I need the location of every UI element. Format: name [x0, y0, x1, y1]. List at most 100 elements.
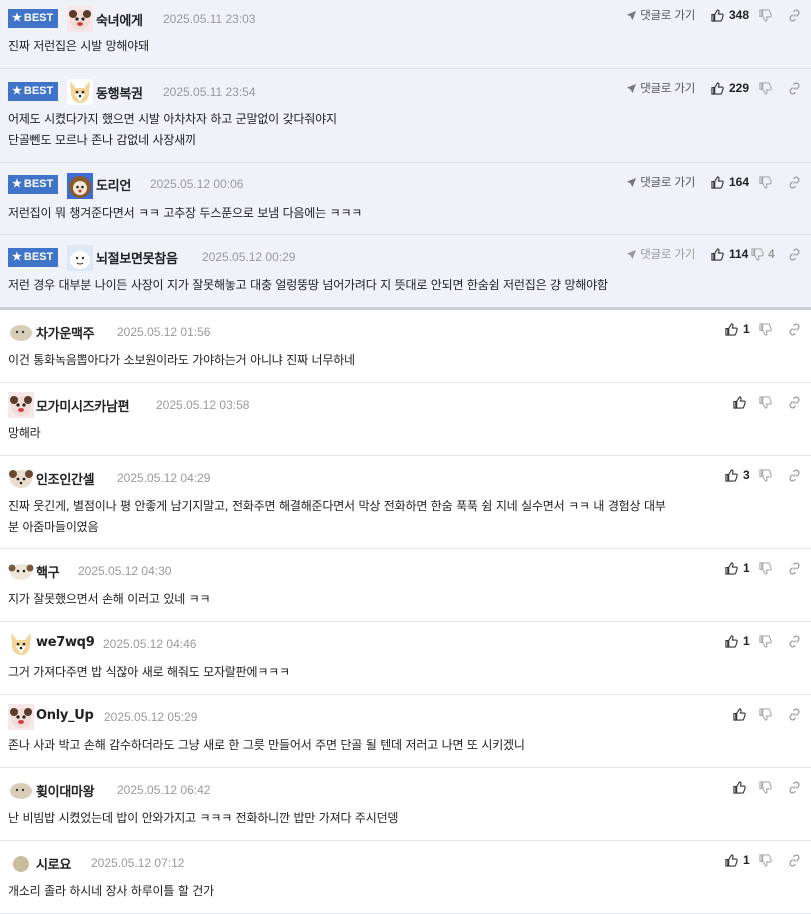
- copy-link-button[interactable]: [787, 396, 801, 409]
- thumbs-up-icon: [733, 780, 746, 794]
- comment-text: 존나 사과 박고 손해 감수하더라도 그냥 새로 한 그릇 만들어서 주면 단골…: [8, 738, 525, 752]
- author-nickname[interactable]: 뇌절보면못참음: [96, 248, 178, 267]
- star-icon: ★: [12, 12, 22, 24]
- comment-date: 2025.05.12 04:29: [117, 471, 211, 485]
- avatar[interactable]: [8, 558, 34, 584]
- link-icon: [789, 82, 800, 94]
- avatar[interactable]: [8, 319, 34, 345]
- avatar[interactable]: [8, 850, 34, 876]
- copy-link-button[interactable]: [787, 854, 801, 867]
- upvote-button[interactable]: 1: [725, 322, 759, 336]
- go-to-reply-link[interactable]: 댓글로 가기: [626, 174, 695, 190]
- comment-text: 이건 통화녹음뽑아다가 소보원이라도 가야하는거 아니냐 진짜 너무하네: [8, 353, 355, 367]
- author-nickname[interactable]: 핵구: [36, 562, 60, 581]
- author-nickname[interactable]: 도리언: [96, 175, 131, 194]
- upvote-button[interactable]: 229: [711, 81, 759, 95]
- thumbs-up-icon: [725, 634, 738, 648]
- avatar[interactable]: [8, 777, 34, 803]
- best-badge: ★ BEST: [8, 9, 58, 28]
- thumbs-up-icon: [725, 561, 738, 575]
- author-nickname[interactable]: 모가미시즈카남편: [36, 396, 130, 415]
- thumbs-down-icon: [759, 322, 772, 336]
- best-comment-4: ★ BEST 뇌절보면못참음 2025.05.12 00:29 댓글로 가기 11…: [0, 235, 811, 310]
- comment-5: we7wq9 2025.05.12 04:46 1 그거 가져다주면 밥 식잖아…: [0, 622, 811, 695]
- best-comment-3: ★ BEST 도리언 2025.05.12 00:06 댓글로 가기 164 저런…: [0, 163, 811, 235]
- upvote-button[interactable]: [733, 707, 759, 721]
- author-nickname[interactable]: 휮이대마왕: [36, 781, 95, 800]
- downvote-button[interactable]: [759, 322, 787, 336]
- downvote-button[interactable]: [759, 561, 787, 575]
- author-nickname[interactable]: 시로요: [36, 854, 71, 873]
- copy-link-button[interactable]: [787, 248, 801, 261]
- avatar[interactable]: [67, 6, 93, 32]
- avatar[interactable]: [8, 392, 34, 418]
- author-nickname[interactable]: Only_Up: [36, 708, 94, 723]
- thumbs-down-icon: [759, 707, 772, 721]
- upvote-button[interactable]: 114: [711, 247, 751, 261]
- comment-3: 인조인간셀 2025.05.12 04:29 3 진짜 웃긴게, 별점이나 평 …: [0, 456, 811, 549]
- downvote-button[interactable]: [759, 395, 787, 409]
- upvote-button[interactable]: 1: [725, 561, 759, 575]
- comment-4: 핵구 2025.05.12 04:30 1 지가 잘못했으면서 손해 이러고 있…: [0, 549, 811, 622]
- copy-link-button[interactable]: [787, 469, 801, 482]
- comment-date: 2025.05.12 00:29: [202, 250, 296, 264]
- comment-actions: [733, 394, 801, 410]
- downvote-button[interactable]: [759, 468, 787, 482]
- copy-link-button[interactable]: [787, 635, 801, 648]
- avatar[interactable]: [67, 173, 93, 199]
- downvote-button[interactable]: [759, 8, 787, 22]
- copy-link-button[interactable]: [787, 323, 801, 336]
- link-icon: [789, 176, 800, 188]
- copy-link-button[interactable]: [787, 562, 801, 575]
- link-icon: [789, 562, 800, 574]
- author-nickname[interactable]: 차가운맥주: [36, 323, 95, 342]
- best-badge: ★ BEST: [8, 175, 58, 194]
- comment-text: 난 비빔밥 시켰었는데 밥이 안와가지고 ㅋㅋㅋ 전화하니깐 밥만 가져다 주시…: [8, 811, 399, 825]
- comment-text: 진짜 웃긴게, 별점이나 평 안좋게 남기지말고, 전화주면 해결해준다면서 막…: [8, 499, 666, 534]
- author-nickname[interactable]: we7wq9: [36, 635, 95, 650]
- link-icon: [789, 781, 800, 793]
- comment-actions: 3: [725, 467, 801, 483]
- copy-link-button[interactable]: [787, 708, 801, 721]
- avatar[interactable]: [67, 245, 93, 271]
- upvote-button[interactable]: [733, 780, 759, 794]
- upvote-button[interactable]: 164: [711, 175, 759, 189]
- downvote-button[interactable]: [759, 780, 787, 794]
- downvote-button[interactable]: [759, 634, 787, 648]
- star-icon: ★: [12, 85, 22, 97]
- upvote-button[interactable]: 1: [725, 634, 759, 648]
- upvote-button[interactable]: 3: [725, 468, 759, 482]
- comment-text: 저런 경우 대부분 나이든 사장이 지가 잘못해놓고 대충 얼렁뚱땅 넘어가려다…: [8, 278, 608, 292]
- comment-7: 휮이대마왕 2025.05.12 06:42 난 비빔밥 시켰었는데 밥이 안와…: [0, 768, 811, 841]
- avatar[interactable]: [8, 631, 34, 657]
- comment-date: 2025.05.12 00:06: [150, 177, 244, 191]
- comment-actions: 1: [725, 321, 801, 337]
- author-nickname[interactable]: 인조인간셀: [36, 469, 95, 488]
- copy-link-button[interactable]: [787, 9, 801, 22]
- author-nickname[interactable]: 숙녀에게: [96, 10, 143, 29]
- avatar[interactable]: [8, 465, 34, 491]
- upvote-button[interactable]: 348: [711, 8, 759, 22]
- link-icon: [789, 708, 800, 720]
- thumbs-down-icon: [759, 561, 772, 575]
- copy-link-button[interactable]: [787, 82, 801, 95]
- go-to-reply-link[interactable]: 댓글로 가기: [626, 7, 695, 23]
- upvote-button[interactable]: 1: [725, 853, 759, 867]
- downvote-button[interactable]: [759, 853, 787, 867]
- link-icon: [789, 635, 800, 647]
- downvote-button[interactable]: [759, 707, 787, 721]
- copy-link-button[interactable]: [787, 176, 801, 189]
- go-to-reply-link[interactable]: 댓글로 가기: [626, 80, 695, 96]
- downvote-button[interactable]: [759, 175, 787, 189]
- upvote-button[interactable]: [733, 395, 759, 409]
- author-nickname[interactable]: 동행복권: [96, 83, 143, 102]
- thumbs-down-icon: [751, 247, 764, 261]
- thumbs-up-icon: [711, 81, 724, 95]
- downvote-button[interactable]: 4: [751, 247, 787, 261]
- go-to-reply-link[interactable]: 댓글로 가기: [626, 246, 695, 262]
- copy-link-button[interactable]: [787, 781, 801, 794]
- avatar[interactable]: [8, 704, 34, 730]
- avatar[interactable]: [67, 79, 93, 105]
- comment-actions: 댓글로 가기 348: [626, 7, 801, 23]
- downvote-button[interactable]: [759, 81, 787, 95]
